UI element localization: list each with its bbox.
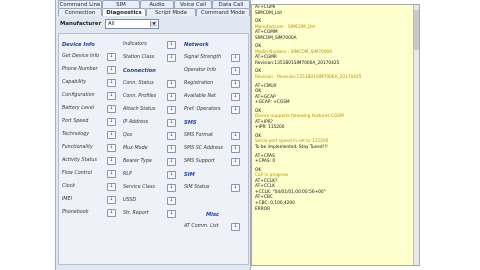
col2-run-button-6[interactable]: ↓ bbox=[167, 132, 176, 140]
tab-audio[interactable]: Audio bbox=[140, 0, 174, 8]
col1-label-9: Flow Control bbox=[62, 171, 92, 176]
col1-label-0: Get Device Info bbox=[62, 54, 100, 59]
col1-run-button-0[interactable]: ↓ bbox=[107, 53, 116, 61]
col1-run-button-10[interactable]: ↓ bbox=[107, 183, 116, 191]
col3-run-button-2[interactable]: ↓ bbox=[231, 80, 240, 88]
scrollbar-thumb[interactable] bbox=[414, 10, 419, 50]
col2-run-button-12[interactable]: ↓ bbox=[167, 210, 176, 218]
col2-run-button-10[interactable]: ↓ bbox=[167, 184, 176, 192]
col1-label-8: Activity Status bbox=[62, 158, 97, 163]
manufacturer-label: Manufacturer bbox=[60, 21, 102, 27]
tab-script-mode[interactable]: Script Mode bbox=[146, 8, 196, 16]
col2-label-7: Mux Mode bbox=[123, 146, 148, 151]
col3-run-button-6[interactable]: ↓ bbox=[231, 145, 240, 153]
col2-run-button-2[interactable]: ↓ bbox=[167, 80, 176, 88]
col3-run-button-9[interactable]: ↓ bbox=[231, 223, 240, 231]
col1-run-button-2[interactable]: ↓ bbox=[107, 79, 116, 87]
col2-run-button-0[interactable]: ↓ bbox=[167, 41, 176, 49]
col2-run-button-11[interactable]: ↓ bbox=[167, 197, 176, 205]
tab-voice-call[interactable]: Voice Call bbox=[174, 0, 212, 8]
col2-label-3: Conn. Profiles bbox=[123, 94, 157, 99]
col1-run-button-9[interactable]: ↓ bbox=[107, 170, 116, 178]
app-window: Command Line SIM Audio Voice Call Data C… bbox=[55, 0, 296, 270]
col1-label-7: Functionality bbox=[62, 145, 93, 150]
tab-command-line[interactable]: Command Line bbox=[58, 0, 102, 8]
col3-label-0: Signal Strength bbox=[184, 55, 222, 60]
header-misc: Misc bbox=[206, 212, 220, 218]
col3-label-7: SMS Support bbox=[184, 159, 215, 164]
diagnostics-panel: Device Info Connection Network SMS SIM M… bbox=[58, 33, 249, 265]
col2-run-button-1[interactable]: ↓ bbox=[167, 54, 176, 62]
chevron-down-icon[interactable]: ▼ bbox=[150, 21, 157, 27]
tab-data-call[interactable]: Data Call bbox=[212, 0, 250, 8]
col1-label-4: Battery Level bbox=[62, 106, 95, 111]
col3-label-4: Pref. Operators bbox=[184, 107, 221, 112]
col1-label-3: Configuration bbox=[62, 93, 95, 98]
col1-run-button-11[interactable]: ↓ bbox=[107, 196, 116, 204]
col2-run-button-5[interactable]: ↓ bbox=[167, 119, 176, 127]
header-sim: SIM bbox=[184, 172, 195, 178]
col3-label-5: SMS Format bbox=[184, 133, 213, 138]
col1-run-button-7[interactable]: ↓ bbox=[107, 144, 116, 152]
col3-run-button-8[interactable]: ↓ bbox=[231, 184, 240, 192]
tab-sim[interactable]: SIM bbox=[102, 0, 140, 8]
col1-run-button-8[interactable]: ↓ bbox=[107, 157, 116, 165]
col2-label-10: Service Class bbox=[123, 185, 155, 190]
col2-run-button-8[interactable]: ↓ bbox=[167, 158, 176, 166]
col2-label-2: Conn. Status bbox=[123, 81, 154, 86]
col1-label-10: Clock bbox=[62, 184, 76, 189]
tab-command-mode[interactable]: Command Mode bbox=[196, 8, 250, 16]
col3-label-1: Operator Info bbox=[184, 68, 217, 73]
col3-run-button-1[interactable]: ↓ bbox=[231, 67, 240, 75]
col3-label-2: Registration bbox=[184, 81, 214, 86]
manufacturer-value: All bbox=[108, 21, 115, 27]
header-sms: SMS bbox=[184, 120, 197, 126]
log-line: ERROR bbox=[255, 206, 271, 212]
col1-label-5: Port Speed bbox=[62, 119, 89, 124]
tab-bar: Command Line SIM Audio Voice Call Data C… bbox=[56, 0, 252, 17]
col1-label-11: IMEI bbox=[62, 197, 72, 202]
col2-run-button-3[interactable]: ↓ bbox=[167, 93, 176, 101]
tab-diagnostics[interactable]: Diagnostics bbox=[102, 8, 146, 16]
col1-run-button-3[interactable]: ↓ bbox=[107, 92, 116, 100]
col3-label-8: SIM Status bbox=[184, 185, 210, 190]
col2-label-4: Attach Status bbox=[123, 107, 156, 112]
col3-run-button-3[interactable]: ↓ bbox=[231, 93, 240, 101]
col1-label-2: Capability bbox=[62, 80, 87, 85]
col2-label-6: Qos bbox=[123, 133, 133, 138]
col2-label-9: RLP bbox=[123, 172, 132, 177]
log-scrollbar[interactable] bbox=[413, 5, 419, 265]
col1-run-button-12[interactable]: ↓ bbox=[107, 209, 116, 217]
response-log[interactable]: AT+CGMI SIMCOM_Ltd OK Manufacturer : SIMCOM… bbox=[251, 4, 420, 266]
col3-label-6: SMS SC Address bbox=[184, 146, 223, 151]
tab-connection[interactable]: Connection bbox=[58, 8, 102, 16]
col3-label-3: Available Net bbox=[184, 94, 216, 99]
col2-run-button-9[interactable]: ↓ bbox=[167, 171, 176, 179]
col1-label-6: Technology bbox=[62, 132, 90, 137]
header-connection: Connection bbox=[123, 68, 156, 74]
header-network: Network bbox=[184, 42, 209, 48]
col3-run-button-0[interactable]: ↓ bbox=[231, 54, 240, 62]
col1-run-button-1[interactable]: ↓ bbox=[107, 66, 116, 74]
col3-run-button-5[interactable]: ↓ bbox=[231, 132, 240, 140]
col1-run-button-5[interactable]: ↓ bbox=[107, 118, 116, 126]
col2-label-12: Str. Report bbox=[123, 211, 149, 216]
col2-label-1: Station Class bbox=[123, 55, 155, 60]
col2-label-11: USSD bbox=[123, 198, 137, 203]
manufacturer-select[interactable]: All ▼ bbox=[105, 19, 159, 29]
col1-label-12: Phonebook bbox=[62, 210, 89, 215]
col2-run-button-4[interactable]: ↓ bbox=[167, 106, 176, 114]
header-device-info: Device Info bbox=[62, 42, 95, 48]
col3-run-button-7[interactable]: ↓ bbox=[231, 158, 240, 166]
col1-label-1: Phone Number bbox=[62, 67, 98, 72]
col2-run-button-7[interactable]: ↓ bbox=[167, 145, 176, 153]
col3-run-button-4[interactable]: ↓ bbox=[231, 106, 240, 114]
col2-label-5: IP Address bbox=[123, 120, 149, 125]
col3-label-9: AT Comm. List bbox=[184, 224, 219, 229]
col1-run-button-4[interactable]: ↓ bbox=[107, 105, 116, 113]
col1-run-button-6[interactable]: ↓ bbox=[107, 131, 116, 139]
col2-label-8: Bearer Type bbox=[123, 159, 152, 164]
col2-label-0: Indicators bbox=[123, 42, 147, 47]
